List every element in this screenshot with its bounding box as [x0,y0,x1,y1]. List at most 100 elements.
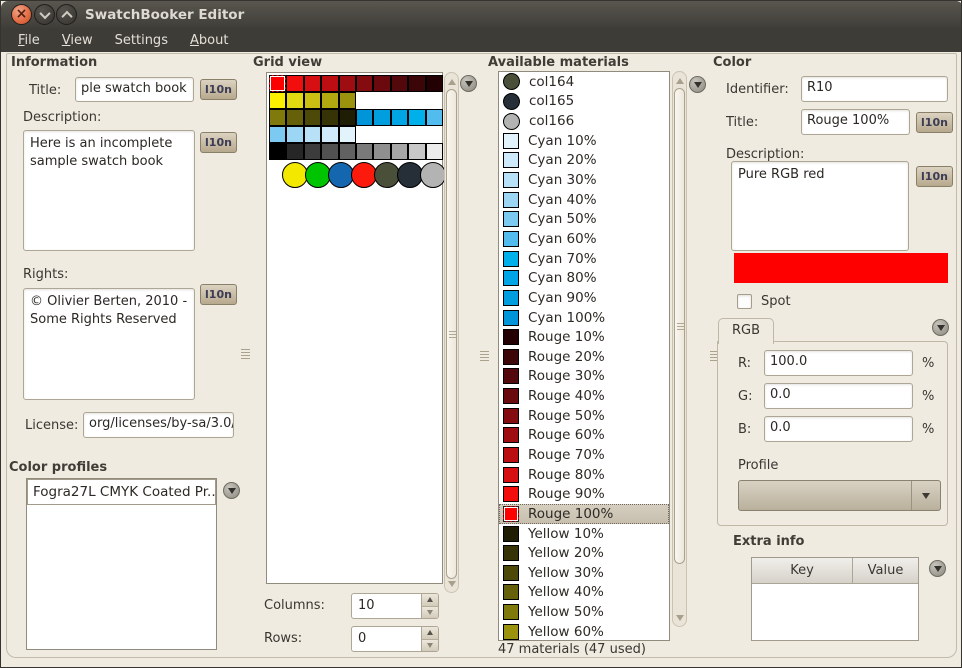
scroll-up-icon[interactable] [676,78,684,84]
grid-swatch[interactable] [286,92,303,109]
tab-rgb[interactable]: RGB [718,318,774,344]
material-row[interactable]: Cyan 40% [499,190,669,210]
grid-swatch[interactable] [339,109,356,126]
menu-settings[interactable]: Settings [104,30,179,51]
material-row[interactable]: Rouge 20% [499,347,669,367]
grid-swatch[interactable] [304,109,321,126]
material-row[interactable]: Yellow 50% [499,602,669,622]
grid-swatch[interactable] [286,75,303,92]
grid-swatch[interactable] [269,75,286,92]
material-row[interactable]: Cyan 10% [499,131,669,151]
color-profile-row[interactable]: Fogra27L CMYK Coated Pr... [27,479,216,505]
grid-swatch[interactable] [286,109,303,126]
grid-swatch[interactable] [408,75,425,92]
b-channel-input[interactable]: 0.0 [764,416,913,442]
material-row[interactable]: Yellow 40% [499,583,669,603]
grid-swatch[interactable] [269,92,286,109]
material-row[interactable]: Cyan 50% [499,209,669,229]
grid-swatch[interactable] [356,109,373,126]
minimize-button[interactable] [34,4,55,25]
grid-swatch[interactable] [321,109,338,126]
rows-spinner[interactable]: 0 [351,626,439,652]
menu-file[interactable]: File [7,30,51,51]
material-row[interactable]: Rouge 10% [499,327,669,347]
description-textarea[interactable]: Here is an incomplete sample swatch book [23,130,195,251]
grid-swatch[interactable] [391,109,408,126]
material-row[interactable]: Cyan 30% [499,170,669,190]
extra-info-column-header[interactable]: Value [853,558,918,584]
material-row[interactable]: Cyan 100% [499,308,669,328]
grid-swatch[interactable] [286,143,303,160]
identifier-input[interactable]: R10 [801,76,948,102]
material-row[interactable]: Yellow 30% [499,563,669,583]
material-row[interactable]: Yellow 10% [499,524,669,544]
color-title-l10n-button[interactable]: l10n [916,112,953,133]
grid-swatch[interactable] [408,109,425,126]
rights-l10n-button[interactable]: l10n [200,284,237,305]
g-channel-input[interactable]: 0.0 [764,383,913,409]
grid-swatch[interactable] [356,143,373,160]
spin-down-button[interactable] [422,607,438,619]
material-row[interactable]: Rouge 60% [499,426,669,446]
splitter-handle[interactable] [241,349,250,359]
material-row[interactable]: Yellow 20% [499,543,669,563]
grid-swatch[interactable] [304,126,321,143]
material-row[interactable]: Cyan 20% [499,151,669,171]
grid-swatch[interactable] [321,75,338,92]
title-input[interactable]: ple swatch book [75,77,194,102]
color-description-l10n-button[interactable]: l10n [916,166,953,187]
maximize-button[interactable] [56,4,77,25]
grid-swatch[interactable] [304,143,321,160]
scroll-down-icon[interactable] [676,615,684,621]
color-title-input[interactable]: Rouge 100% [801,109,910,135]
grid-swatch[interactable] [373,109,390,126]
grid-swatch[interactable] [269,143,286,160]
grid-swatch[interactable] [286,126,303,143]
grid-swatch[interactable] [391,143,408,160]
license-input[interactable]: org/licenses/by-sa/3.0/ [83,412,234,438]
grid-swatch[interactable] [373,75,390,92]
menu-about[interactable]: About [179,30,239,51]
color-profiles-menu-button[interactable] [223,482,240,499]
spin-up-button[interactable] [422,594,438,607]
material-row[interactable]: Rouge 30% [499,367,669,387]
scroll-up-icon[interactable] [448,79,456,85]
material-row[interactable]: Rouge 50% [499,406,669,426]
material-row[interactable]: Cyan 90% [499,288,669,308]
material-row[interactable]: Rouge 100% [499,504,669,524]
grid-swatch[interactable] [339,75,356,92]
close-button[interactable]: × [11,4,32,25]
description-l10n-button[interactable]: l10n [200,132,237,153]
material-row[interactable]: Rouge 90% [499,484,669,504]
material-row[interactable]: Rouge 80% [499,465,669,485]
grid-swatch[interactable] [426,143,443,160]
material-row[interactable]: Rouge 40% [499,386,669,406]
grid-swatch[interactable] [304,75,321,92]
grid-scrollbar-thumb[interactable] [446,89,457,579]
spin-up-button[interactable] [422,627,438,640]
grid-swatch[interactable] [373,143,390,160]
material-row[interactable]: col164 [499,72,669,92]
grid-swatch[interactable] [356,75,373,92]
grid-swatch[interactable] [339,126,356,143]
materials-scrollbar[interactable] [672,71,687,627]
columns-spinner[interactable]: 10 [351,593,439,619]
grid-scrollbar[interactable] [444,72,459,593]
grid-view-menu-button[interactable] [460,75,477,92]
grid-swatch[interactable] [321,92,338,109]
grid-swatch[interactable] [304,92,321,109]
r-channel-input[interactable]: 100.0 [764,350,913,376]
grid-swatch[interactable] [426,109,443,126]
grid-swatch[interactable] [426,75,443,92]
extra-info-menu-button[interactable] [929,560,946,577]
material-row[interactable]: col166 [499,111,669,131]
material-row[interactable]: Cyan 70% [499,249,669,269]
profile-combobox[interactable] [738,480,941,511]
grid-swatch[interactable] [339,143,356,160]
material-row[interactable]: Rouge 70% [499,445,669,465]
grid-swatch[interactable] [321,126,338,143]
grid-swatch[interactable] [408,143,425,160]
grid-swatch[interactable] [391,75,408,92]
materials-menu-button[interactable] [689,76,706,93]
scroll-down-icon[interactable] [448,581,456,587]
